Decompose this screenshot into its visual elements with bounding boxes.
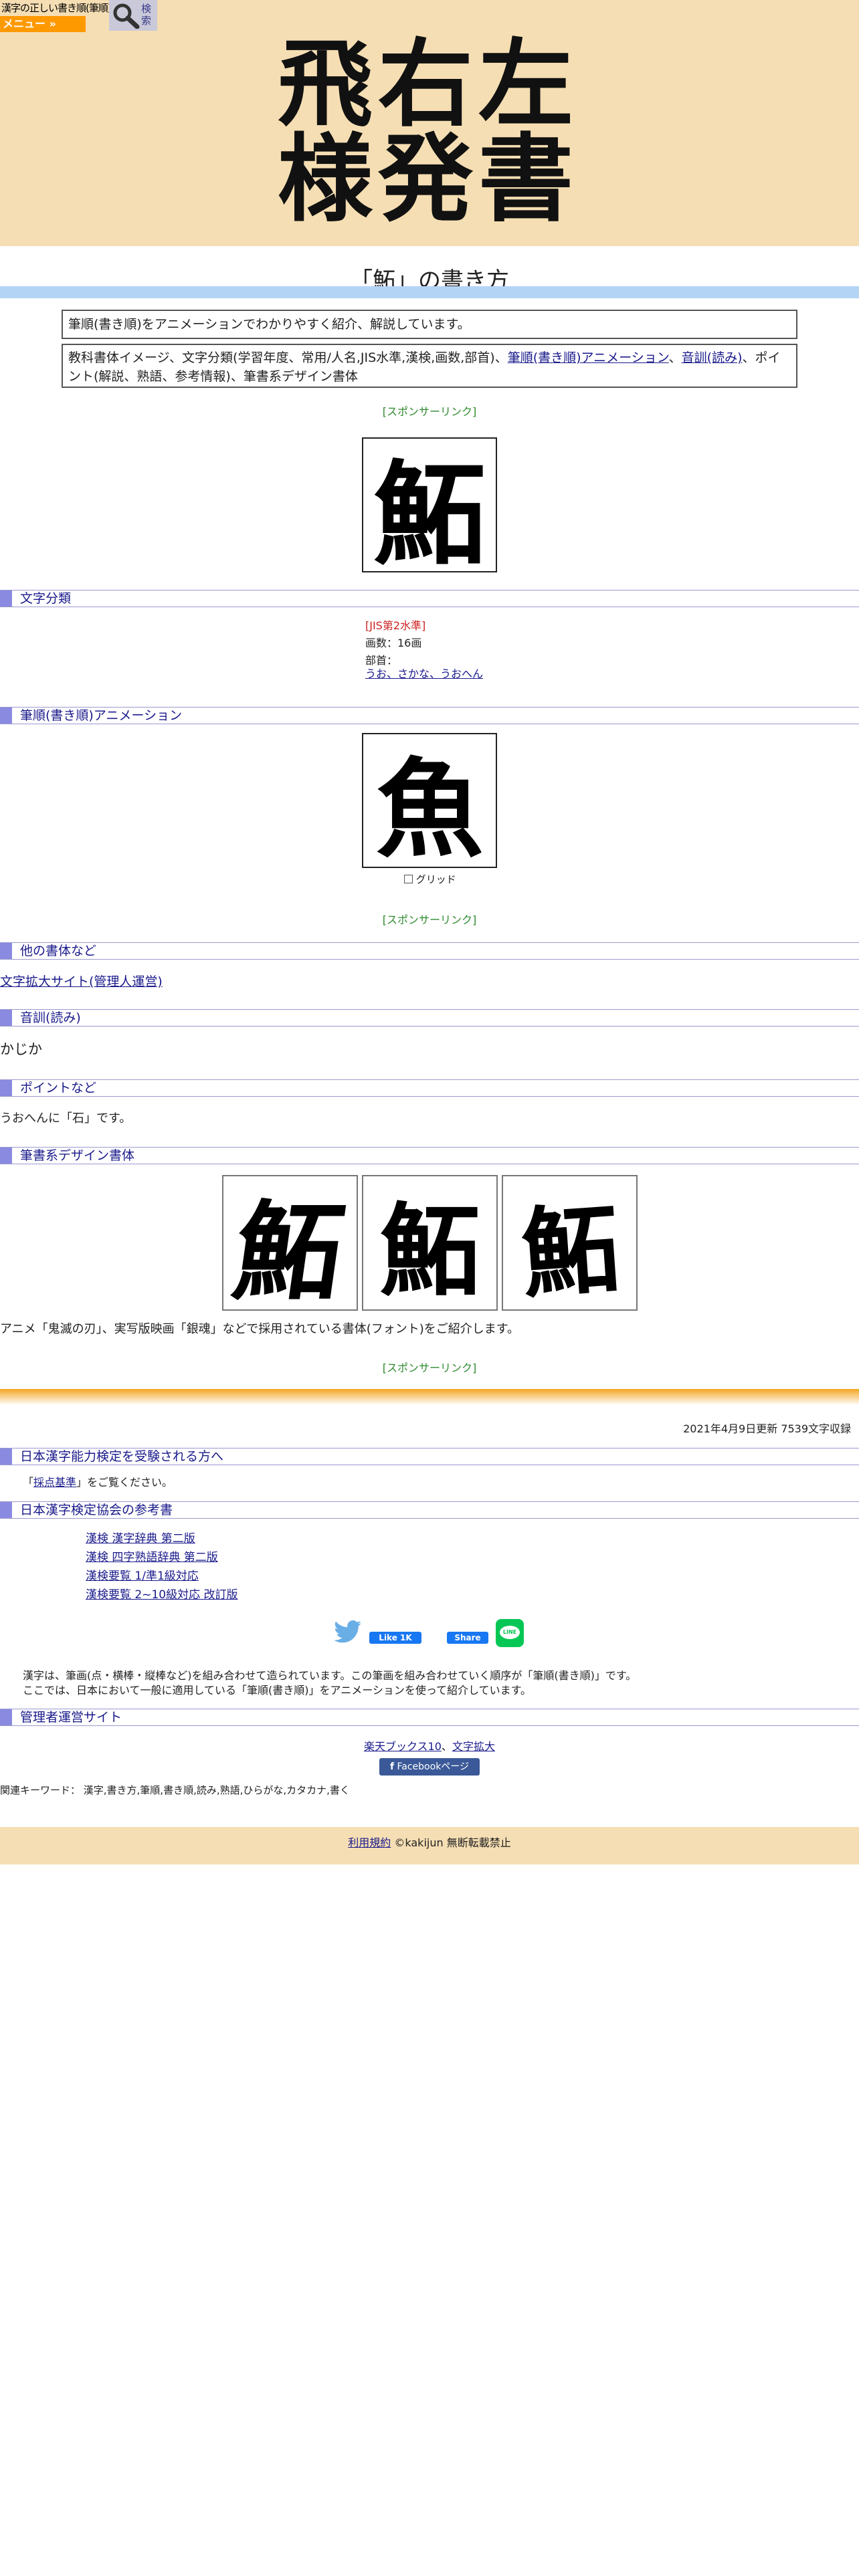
- design-kanji-3: 鮖: [518, 1191, 623, 1311]
- admin-links: 楽天ブックス10、文字拡大: [0, 1737, 859, 1753]
- about-line-1: 漢字は、筆画(点・横棒・縦棒など)を組み合わせて造られています。この筆画を組み合…: [23, 1669, 637, 1682]
- site-title-logo[interactable]: 飛右左 様発書: [227, 37, 629, 227]
- facebook-share-button[interactable]: Share: [447, 1632, 488, 1644]
- section-marker: [0, 1080, 12, 1096]
- scoring-criteria-link[interactable]: 採点基準: [33, 1476, 76, 1489]
- animation-kanji: 魚: [375, 746, 483, 868]
- ref-book-link[interactable]: 漢検要覧 1/準1級対応: [86, 1566, 199, 1583]
- section-title: 管理者運営サイト: [20, 1710, 122, 1725]
- update-info: 2021年4月9日更新 7539文字収録: [683, 1422, 851, 1435]
- section-kentei-takers: 日本漢字能力検定を受験される方へ: [0, 1448, 859, 1465]
- kentei-post: 」をご覧ください。: [76, 1476, 173, 1489]
- kyokasho-kanji-box: 鮖: [362, 437, 497, 572]
- design-font-1[interactable]: 鮖: [222, 1175, 358, 1311]
- grid-label: グリッド: [415, 873, 456, 885]
- facebook-page-button[interactable]: f Facebookページ: [379, 1758, 480, 1776]
- site-title-line2: 様発書: [278, 124, 579, 235]
- sponsor-label-2: [スポンサーリンク]: [382, 914, 477, 926]
- section-title: 日本漢字能力検定を受験される方へ: [20, 1449, 224, 1464]
- search-icon: [113, 3, 140, 29]
- zoom-link[interactable]: 文字拡大: [452, 1740, 495, 1753]
- stroke-count: 画数：16画: [365, 637, 422, 649]
- main-kanji: 鮖: [373, 447, 486, 572]
- design-kanji-2: 鮖: [379, 1192, 480, 1310]
- section-marker: [0, 1709, 12, 1725]
- section-marker: [0, 708, 12, 724]
- content-divider: [0, 1389, 859, 1405]
- section-title: 文字分類: [20, 591, 72, 606]
- stroke-animation-box[interactable]: 魚: [362, 733, 497, 868]
- ref-book-link[interactable]: 漢検 四字熟語辞典 第二版: [86, 1547, 218, 1564]
- point-text: うおへんに「石」です。: [0, 1111, 132, 1125]
- section-title: 筆順(書き順)アニメーション: [20, 708, 183, 723]
- footer-inner: 利用規約 ©kakijun 無断転載禁止: [0, 1834, 859, 1850]
- facebook-like-button[interactable]: Like 1K: [369, 1632, 421, 1644]
- grid-toggle[interactable]: グリッド: [404, 872, 456, 886]
- section-title: 日本漢字検定協会の参考書: [20, 1503, 173, 1517]
- terms-link[interactable]: 利用規約: [348, 1836, 391, 1849]
- radical-link[interactable]: うお、さかな、うおへん: [365, 665, 483, 681]
- section-other-fonts: 他の書体など: [0, 942, 859, 960]
- section-points: ポイントなど: [0, 1079, 859, 1097]
- section-marker: [0, 591, 12, 607]
- menu-button[interactable]: メニュー »: [0, 16, 86, 32]
- stroke-anim-link[interactable]: 筆順(書き順)アニメーション: [508, 350, 669, 365]
- title-divider: [0, 286, 859, 298]
- site-header: 漢字の正しい書き順(筆順) メニュー » 検索 飛右左 様発書: [0, 0, 859, 246]
- about-line-2: ここでは、日本において一般に適用している「筆順(書き順)」をアニメーションを使っ…: [23, 1684, 532, 1697]
- site-footer: 利用規約 ©kakijun 無断転載禁止: [0, 1827, 859, 1864]
- line-label: LINE: [502, 1629, 517, 1635]
- contents-box: 教科書体イメージ、文字分類(学習年度、常用/人名,JIS水準,漢検,画数,部首)…: [62, 344, 797, 388]
- design-font-2[interactable]: 鮖: [362, 1175, 498, 1311]
- section-title: 筆書系デザイン書体: [20, 1148, 135, 1163]
- section-marker: [0, 1448, 12, 1465]
- design-kanji-1: 鮖: [226, 1188, 351, 1311]
- section-marker: [0, 1502, 12, 1518]
- section-kentei-refs: 日本漢字検定協会の参考書: [0, 1501, 859, 1519]
- section-title: 他の書体など: [20, 944, 97, 958]
- rakuten-books-link[interactable]: 楽天ブックス10: [364, 1740, 442, 1753]
- section-title: 音訓(読み): [20, 1010, 81, 1025]
- section-marker: [0, 1148, 12, 1164]
- line-share-button[interactable]: LINE: [496, 1619, 524, 1647]
- sponsor-label-1: [スポンサーリンク]: [382, 405, 477, 418]
- section-marker: [0, 943, 12, 959]
- twitter-button[interactable]: [334, 1620, 362, 1643]
- section-classification: 文字分類: [0, 590, 859, 607]
- reading-link[interactable]: 音訓(読み): [682, 350, 743, 365]
- site-small-title: 漢字の正しい書き順(筆順): [1, 2, 112, 14]
- kentei-pre: 「: [23, 1476, 34, 1489]
- section-stroke-anim: 筆順(書き順)アニメーション: [0, 707, 859, 724]
- twitter-icon: [334, 1620, 361, 1643]
- design-font-3[interactable]: 鮖: [502, 1175, 638, 1311]
- site-title-line1: 飛右左: [278, 29, 579, 140]
- section-marker: [0, 1010, 12, 1026]
- facebook-page-label: Facebookページ: [397, 1761, 470, 1772]
- grid-checkbox[interactable]: [404, 875, 413, 883]
- related-keywords: 関連キーワード： 漢字,書き方,筆順,書き順,読み,熟語,ひらがな,カタカナ,書…: [0, 1784, 350, 1796]
- admin-sep: 、: [441, 1740, 452, 1753]
- contents-sep: 、: [668, 350, 682, 365]
- ref-book-link[interactable]: 漢検要覧 2~10級対応 改訂版: [86, 1585, 238, 1602]
- section-reading: 音訓(読み): [0, 1009, 859, 1027]
- copyright: ©kakijun 無断転載禁止: [394, 1836, 511, 1849]
- section-admin-sites: 管理者運営サイト: [0, 1709, 859, 1726]
- zoom-site-link[interactable]: 文字拡大サイト(管理人運営): [0, 972, 163, 990]
- design-fonts-desc: アニメ「鬼滅の刃」、実写版映画「銀魂」などで採用されている書体(フォント)をご紹…: [0, 1322, 519, 1336]
- site-logo[interactable]: 漢字の正しい書き順(筆順) メニュー »: [0, 0, 112, 32]
- search-label: 検索: [141, 3, 152, 27]
- sponsor-label-3: [スポンサーリンク]: [382, 1362, 477, 1374]
- jis-level: [JIS第2水準]: [365, 619, 426, 632]
- ref-book-link[interactable]: 漢検 漢字辞典 第二版: [86, 1529, 195, 1545]
- reading-text: かじか: [0, 1041, 42, 1057]
- kentei-text: 「採点基準」をご覧ください。: [23, 1473, 173, 1489]
- search-button[interactable]: 検索: [109, 0, 157, 31]
- contents-prefix: 教科書体イメージ、文字分類(学習年度、常用/人名,JIS水準,漢検,画数,部首)…: [68, 350, 508, 365]
- facebook-icon: f: [389, 1761, 395, 1772]
- section-design-fonts: 筆書系デザイン書体: [0, 1147, 859, 1164]
- section-title: ポイントなど: [20, 1081, 97, 1095]
- intro-box: 筆順(書き順)をアニメーションでわかりやすく紹介、解説しています。: [62, 310, 797, 339]
